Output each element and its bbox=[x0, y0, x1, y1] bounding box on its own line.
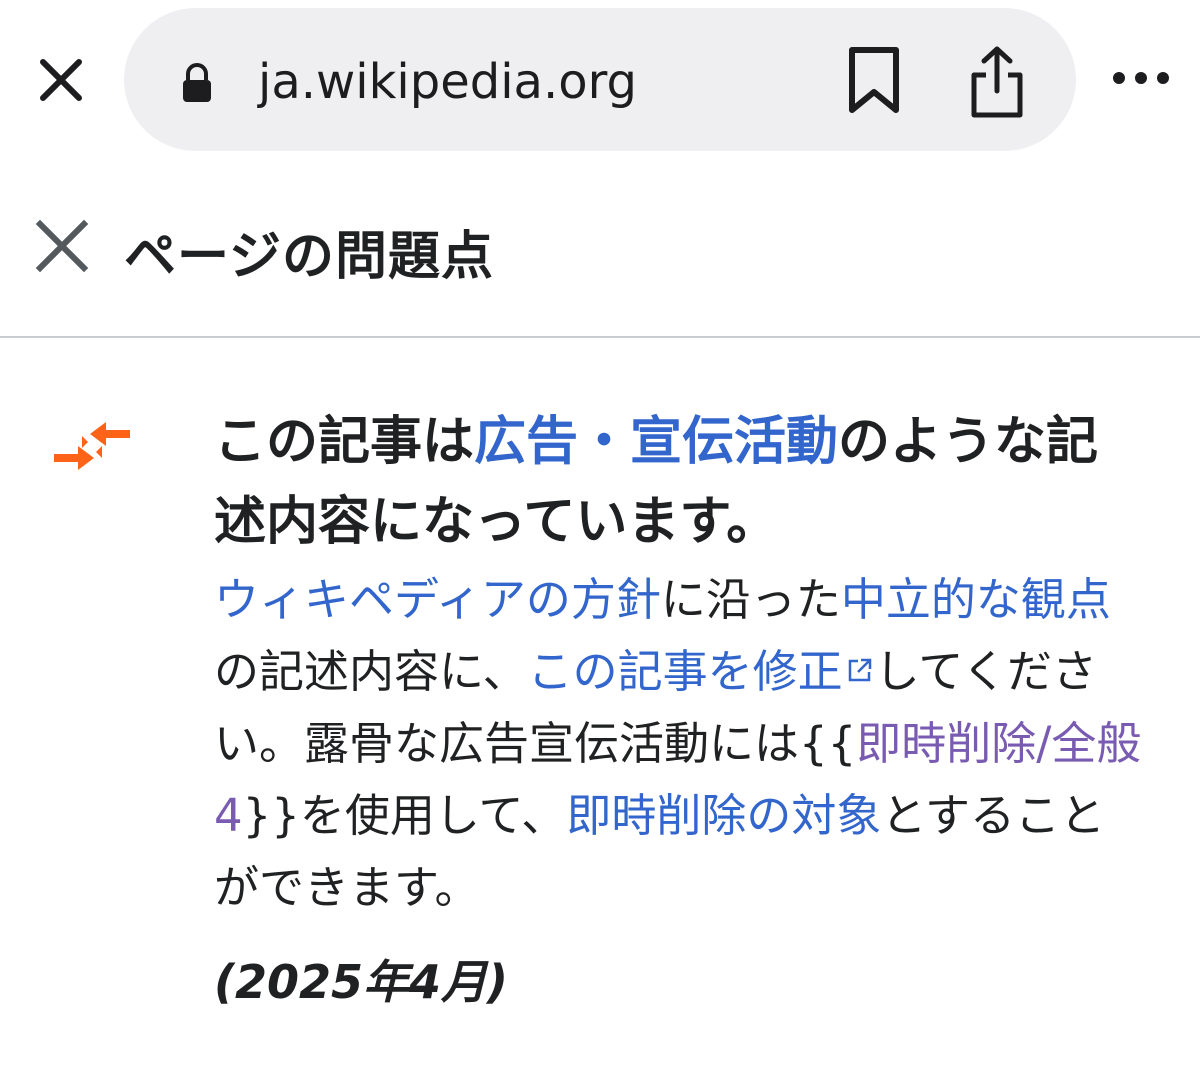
body-text: }}を使用して、 bbox=[242, 789, 567, 842]
edit-article-link[interactable]: この記事を修正 bbox=[528, 645, 843, 698]
notice-date: (2025年4月) bbox=[214, 955, 509, 1009]
advertisement-notice-icon bbox=[54, 422, 130, 470]
close-icon bbox=[40, 59, 82, 101]
close-icon bbox=[35, 219, 89, 273]
heading-text: この記事は bbox=[214, 412, 475, 472]
body-text: の記述内容に、 bbox=[214, 645, 528, 698]
more-options-button[interactable] bbox=[1104, 60, 1178, 96]
browser-toolbar: ja.wikipedia.org bbox=[0, 0, 1200, 160]
external-link-icon bbox=[848, 658, 871, 682]
bookmark-button[interactable] bbox=[844, 46, 904, 116]
address-bar[interactable]: ja.wikipedia.org bbox=[124, 8, 1076, 151]
notice-body: ウィキペディアの方針に沿った中立的な観点の記述内容に、この記事を修正 してください… bbox=[214, 564, 1144, 924]
lock-icon bbox=[183, 63, 211, 102]
close-panel-button[interactable] bbox=[32, 216, 92, 276]
divider bbox=[0, 336, 1200, 338]
policy-link[interactable]: ウィキペディアの方針 bbox=[214, 573, 661, 626]
speedy-deletion-link[interactable]: 即時削除の対象 bbox=[566, 789, 881, 842]
panel-title: ページの問題点 bbox=[124, 227, 494, 287]
url-text[interactable]: ja.wikipedia.org bbox=[258, 54, 637, 110]
close-browser-button[interactable] bbox=[30, 52, 92, 108]
advertising-link[interactable]: 広告・宣伝活動 bbox=[474, 412, 838, 472]
bookmark-icon bbox=[849, 47, 899, 113]
share-icon bbox=[971, 46, 1023, 118]
neutral-point-of-view-link[interactable]: 中立的な観点 bbox=[841, 573, 1111, 626]
more-icon bbox=[1113, 72, 1169, 84]
body-text: に沿った bbox=[660, 573, 841, 626]
notice-heading: この記事は広告・宣伝活動のような記述内容になっています。 bbox=[214, 402, 1144, 562]
share-button[interactable] bbox=[966, 44, 1028, 120]
